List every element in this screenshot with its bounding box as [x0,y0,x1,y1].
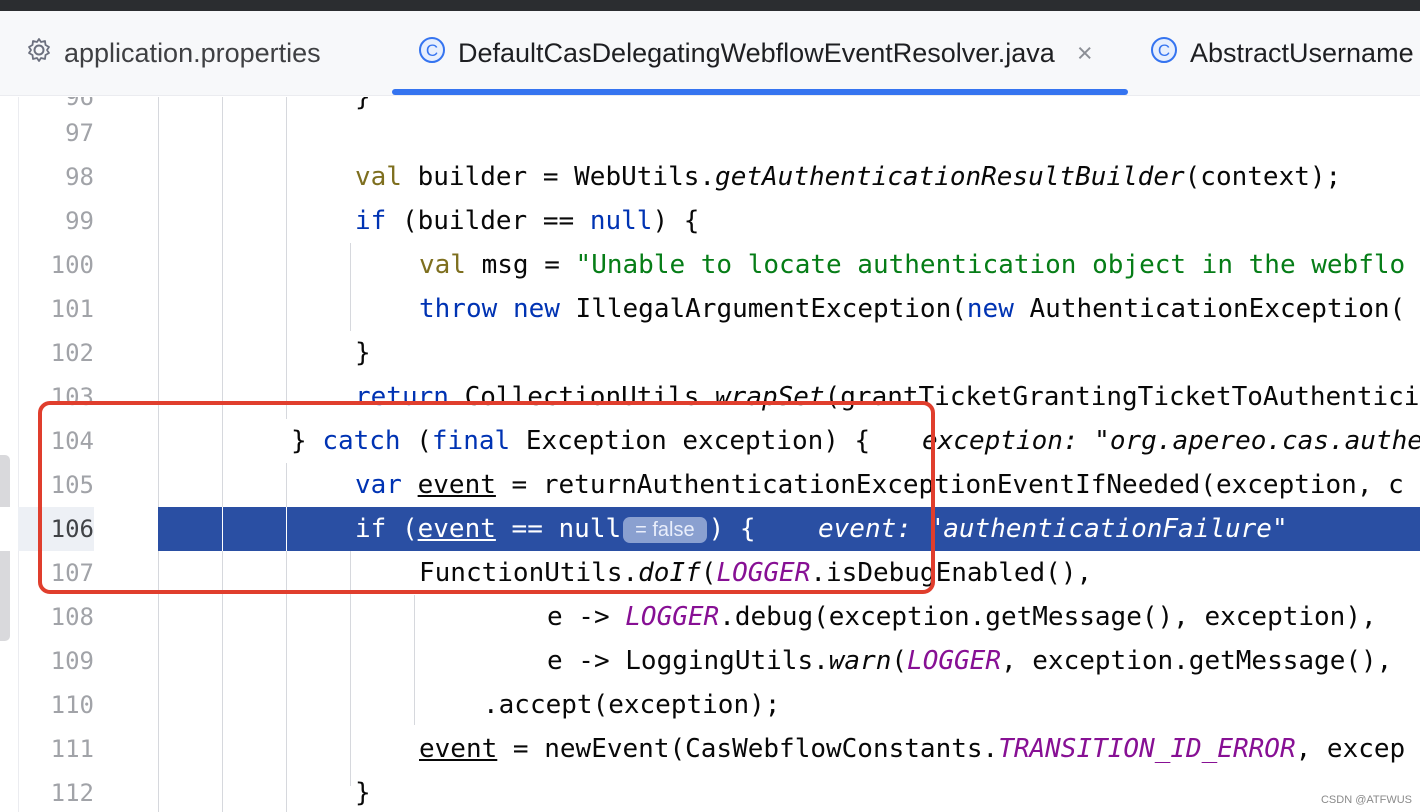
code-text: if (event == null = false) { [355,514,756,544]
code-text: return CollectionUtils.wrapSet(grantTick… [355,382,1420,412]
current-execution-line: 106 if (event == null = false) { event: "… [0,507,1420,551]
line-number: 100 [50,251,94,279]
code-text: var event = returnAuthenticationExceptio… [355,470,1404,500]
code-line: 107 FunctionUtils.doIf(LOGGER.isDebugEna… [0,551,1420,595]
code-text: if (builder == null) { [355,206,700,236]
editor-tab-bar: application.properties C DefaultCasDeleg… [0,11,1420,96]
code-line: 103 return CollectionUtils.wrapSet(grant… [0,375,1420,419]
watermark: CSDN @ATFWUS [1320,794,1412,806]
code-text: val msg = "Unable to locate authenticati… [419,250,1406,280]
line-number: 111 [50,735,94,763]
line-number: 101 [50,295,94,323]
gear-icon [26,37,52,70]
code-line: 108 e -> LOGGER.debug(exception.getMessa… [0,595,1420,639]
code-text: .accept(exception); [483,690,781,720]
tab-label: application.properties [64,38,321,68]
close-icon[interactable]: × [1077,38,1093,69]
code-line: 111 event = newEvent(CasWebflowConstants… [0,727,1420,771]
active-tab-indicator [392,89,1128,95]
class-c-icon: C [418,36,446,71]
class-c-icon: C [1150,36,1178,71]
line-number: 107 [50,559,94,587]
svg-text:C: C [1158,41,1170,60]
inline-debug-value: exception: "org.apereo.cas.authe [922,426,1420,456]
indent-guide [286,507,287,551]
tab-label: DefaultCasDelegatingWebflowEventResolver… [458,38,1055,68]
code-text: throw new IllegalArgumentException(new A… [419,294,1406,324]
tab-abstract-username[interactable]: C AbstractUsername [1150,11,1414,96]
code-line: 99 if (builder == null) { [0,199,1420,243]
code-text: e -> LOGGER.debug(exception.getMessage()… [547,602,1377,632]
code-editor[interactable]: 96 } 97 98 val builder = WebUtils.getAut… [0,97,1420,812]
line-number: 102 [50,339,94,367]
code-text: val builder = WebUtils.getAuthentication… [355,162,1342,192]
line-number: 112 [50,779,94,807]
line-number: 108 [50,603,94,631]
inline-debug-value: event: "authenticationFailure" [818,514,1288,544]
line-number: 99 [65,207,94,235]
code-text: FunctionUtils.doIf(LOGGER.isDebugEnabled… [419,558,1093,588]
window-top-bar [0,0,1420,11]
line-number: 110 [50,691,94,719]
code-line: 97 [0,111,1420,155]
line-number: 104 [50,427,94,455]
indent-guide [222,507,223,551]
code-text: } [355,778,371,808]
line-number: 103 [50,383,94,411]
line-number: 105 [50,471,94,499]
code-text: event = newEvent(CasWebflowConstants.TRA… [419,734,1406,764]
code-text: } catch (final Exception exception) { [291,426,871,456]
line-number: 97 [65,119,94,147]
svg-text:C: C [426,41,438,60]
code-line: 112 } [0,771,1420,812]
tab-default-cas-delegating-webflow-event-resolver[interactable]: C DefaultCasDelegatingWebflowEventResolv… [418,11,1093,96]
code-line: 101 throw new IllegalArgumentException(n… [0,287,1420,331]
code-line: 98 val builder = WebUtils.getAuthenticat… [0,155,1420,199]
code-line: 100 val msg = "Unable to locate authenti… [0,243,1420,287]
code-text: } [355,338,371,368]
code-line: 110 .accept(exception); [0,683,1420,727]
line-number: 98 [65,163,94,191]
tab-application-properties[interactable]: application.properties [26,11,321,96]
line-number: 106 [18,507,94,551]
line-number: 109 [50,647,94,675]
code-line: 109 e -> LoggingUtils.warn(LOGGER, excep… [0,639,1420,683]
inline-value-badge: = false [623,516,707,543]
code-line: 105 var event = returnAuthenticationExce… [0,463,1420,507]
tab-label: AbstractUsername [1190,38,1414,68]
code-text: e -> LoggingUtils.warn(LOGGER, exception… [547,646,1408,676]
code-line: 104 } catch (final Exception exception) … [0,419,1420,463]
code-line: 102 } [0,331,1420,375]
